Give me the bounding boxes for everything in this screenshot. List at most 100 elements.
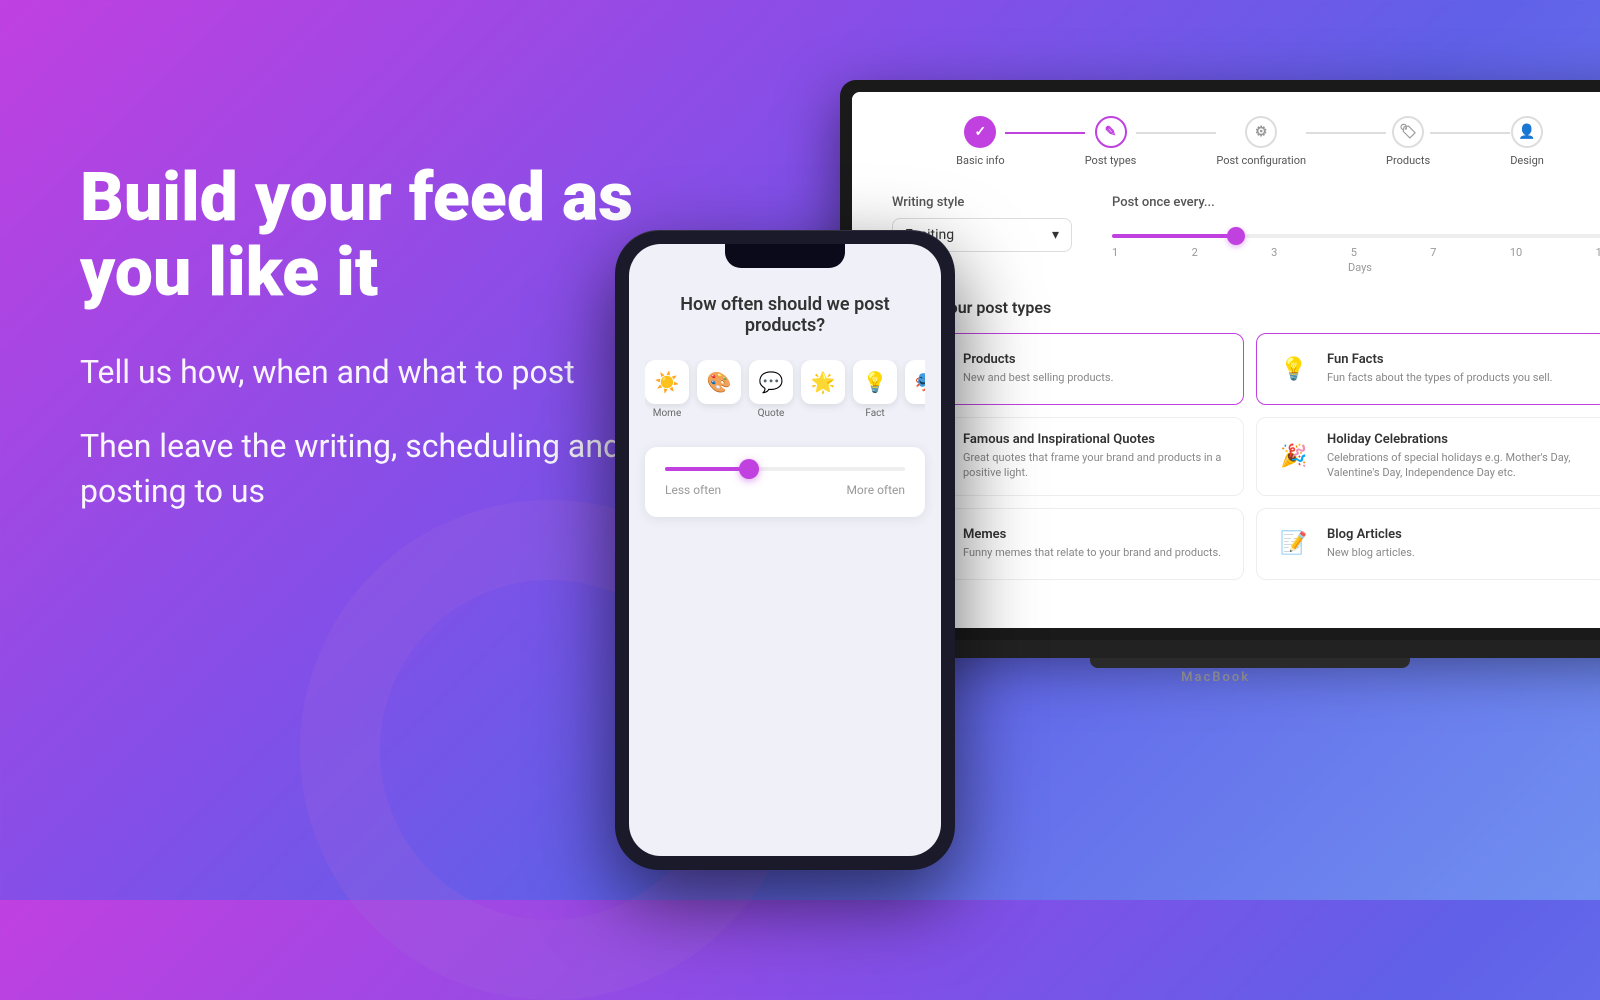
phone-chip-icon: 🌟 [801, 360, 845, 404]
post-type-blog-name: Blog Articles [1327, 527, 1415, 542]
step-basic-info-label: Basic info [956, 154, 1005, 167]
content-area: Writing style Exciting ▾ Post once every… [852, 183, 1600, 619]
phone-frame: How often should we post products? ☀️ Mo… [615, 230, 955, 870]
post-frequency-slider[interactable]: 1 2 3 5 7 10 14 Days [1112, 218, 1600, 274]
post-type-blog-info: Blog Articles New blog articles. [1327, 527, 1415, 560]
post-type-memes-desc: Funny memes that relate to your brand an… [963, 545, 1221, 560]
phone-screen: How often should we post products? ☀️ Mo… [629, 244, 941, 856]
post-type-holiday-desc: Celebrations of special holidays e.g. Mo… [1327, 450, 1591, 481]
slider-tick-3: 3 [1271, 246, 1277, 259]
hero-subtitle2: Then leave the writing, scheduling and p… [80, 424, 640, 514]
list-item[interactable]: 💡 Fact [853, 360, 897, 419]
phone-outer: How often should we post products? ☀️ Mo… [615, 230, 955, 870]
step-basic-info-circle: ✓ [964, 116, 996, 148]
slider-tick-10: 10 [1510, 246, 1522, 259]
laptop-screen-inner: ✓ Basic info ✎ Post types [852, 92, 1600, 628]
step-products-icon: 🏷 [1399, 124, 1417, 140]
phone-slider-fill [665, 467, 749, 471]
post-type-holiday-info: Holiday Celebrations Celebrations of spe… [1327, 432, 1591, 481]
step-line-3 [1306, 132, 1386, 134]
phone-notch [725, 244, 845, 268]
phone-slider-track [665, 467, 905, 471]
phone-slider-range-labels: Less often More often [665, 483, 905, 497]
post-type-fun-facts-desc: Fun facts about the types of products yo… [1327, 370, 1553, 385]
app-ui: ✓ Basic info ✎ Post types [852, 92, 1600, 628]
post-type-holiday[interactable]: 🎉 Holiday Celebrations Celebrations of s… [1256, 417, 1600, 496]
post-types-grid: 🛍️ Products New and best selling product… [892, 333, 1600, 580]
step-basic-info[interactable]: ✓ Basic info [956, 116, 1005, 167]
post-type-fun-facts-info: Fun Facts Fun facts about the types of p… [1327, 352, 1553, 385]
step-products-circle: 🏷 [1392, 116, 1424, 148]
step-design[interactable]: 👤 Design [1510, 116, 1544, 167]
post-type-fun-facts[interactable]: 💡 Fun Facts Fun facts about the types of… [1256, 333, 1600, 405]
post-type-fun-facts-icon: 💡 [1273, 348, 1315, 390]
post-frequency-group: Post once every... 1 2 3 [1112, 195, 1600, 274]
slider-tick-5: 5 [1351, 246, 1357, 259]
post-type-products-name: Products [963, 352, 1113, 367]
phone-chip-icon: ☀️ [645, 360, 689, 404]
list-item[interactable]: 🎨 [697, 360, 741, 419]
list-item[interactable]: ☀️ Mome [645, 360, 689, 419]
phone-slider-more-label: More often [846, 483, 905, 497]
phone-content: How often should we post products? ☀️ Mo… [629, 244, 941, 856]
post-types-title: Select your post types [892, 298, 1600, 317]
step-products-label: Products [1386, 154, 1430, 167]
step-line-2 [1136, 132, 1216, 134]
phone-chip-icon: 🎭 [905, 360, 925, 404]
step-post-types[interactable]: ✎ Post types [1085, 116, 1137, 167]
post-type-famous-quotes-desc: Great quotes that frame your brand and p… [963, 450, 1227, 481]
list-item[interactable]: 💬 Quote [749, 360, 793, 419]
laptop-foot [1090, 658, 1410, 668]
slider-labels: 1 2 3 5 7 10 14 [1112, 246, 1600, 259]
phone-question: How often should we post products? [645, 294, 925, 336]
phone-chip-icon: 💡 [853, 360, 897, 404]
hero-section: Build your feed as you like it Tell us h… [80, 160, 640, 514]
post-type-memes-info: Memes Funny memes that relate to your br… [963, 527, 1221, 560]
slider-track [1112, 234, 1600, 238]
post-type-products-info: Products New and best selling products. [963, 352, 1113, 385]
phone-chip-label: Mome [653, 408, 682, 419]
stepper: ✓ Basic info ✎ Post types [852, 92, 1600, 183]
macbook-label: MacBook [1181, 670, 1250, 685]
writing-style-label: Writing style [892, 195, 1072, 210]
slider-tick-7: 7 [1430, 246, 1436, 259]
post-type-memes-name: Memes [963, 527, 1221, 542]
post-types-section: Select your post types 🛍️ Products New a… [892, 298, 1600, 580]
phone-chip-icon: 🎨 [697, 360, 741, 404]
step-products[interactable]: 🏷 Products [1386, 116, 1430, 167]
slider-tick-2: 2 [1192, 246, 1198, 259]
list-item[interactable]: 🌟 [801, 360, 845, 419]
step-line-4 [1430, 132, 1510, 134]
phone-frequency-slider[interactable]: Less often More often [645, 447, 925, 517]
post-type-holiday-name: Holiday Celebrations [1327, 432, 1591, 447]
list-item[interactable]: 🎭 [905, 360, 925, 419]
controls-row: Writing style Exciting ▾ Post once every… [892, 195, 1600, 274]
post-type-blog-icon: 📝 [1273, 523, 1315, 565]
post-type-blog-desc: New blog articles. [1327, 545, 1415, 560]
post-type-fun-facts-name: Fun Facts [1327, 352, 1553, 367]
hero-title: Build your feed as you like it [80, 160, 640, 310]
step-post-config-circle: ⚙ [1245, 116, 1277, 148]
step-post-config-label: Post configuration [1216, 154, 1306, 167]
step-basic-info-icon: ✓ [975, 124, 987, 140]
step-design-icon: 👤 [1518, 124, 1535, 140]
phone-chip-label: Fact [865, 408, 884, 419]
chevron-down-icon: ▾ [1052, 227, 1059, 243]
slider-thumb[interactable] [1227, 227, 1245, 245]
step-post-types-icon: ✎ [1105, 124, 1117, 140]
slider-fill [1112, 234, 1236, 238]
phone-slider-less-label: Less often [665, 483, 721, 497]
post-type-holiday-icon: 🎉 [1273, 435, 1315, 477]
hero-subtitle1: Tell us how, when and what to post [80, 350, 640, 395]
slider-tick-1: 1 [1112, 246, 1118, 259]
slider-tick-14: 14 [1596, 246, 1600, 259]
step-design-circle: 👤 [1511, 116, 1543, 148]
step-post-config-icon: ⚙ [1255, 124, 1268, 140]
step-post-types-circle: ✎ [1095, 116, 1127, 148]
step-post-config[interactable]: ⚙ Post configuration [1216, 116, 1306, 167]
phone-slider-thumb[interactable] [739, 459, 759, 479]
post-type-blog[interactable]: 📝 Blog Articles New blog articles. [1256, 508, 1600, 580]
phone-chips: ☀️ Mome 🎨 💬 Quote 🌟 [645, 360, 925, 423]
phone-chip-icon: 💬 [749, 360, 793, 404]
step-line-1 [1005, 132, 1085, 134]
